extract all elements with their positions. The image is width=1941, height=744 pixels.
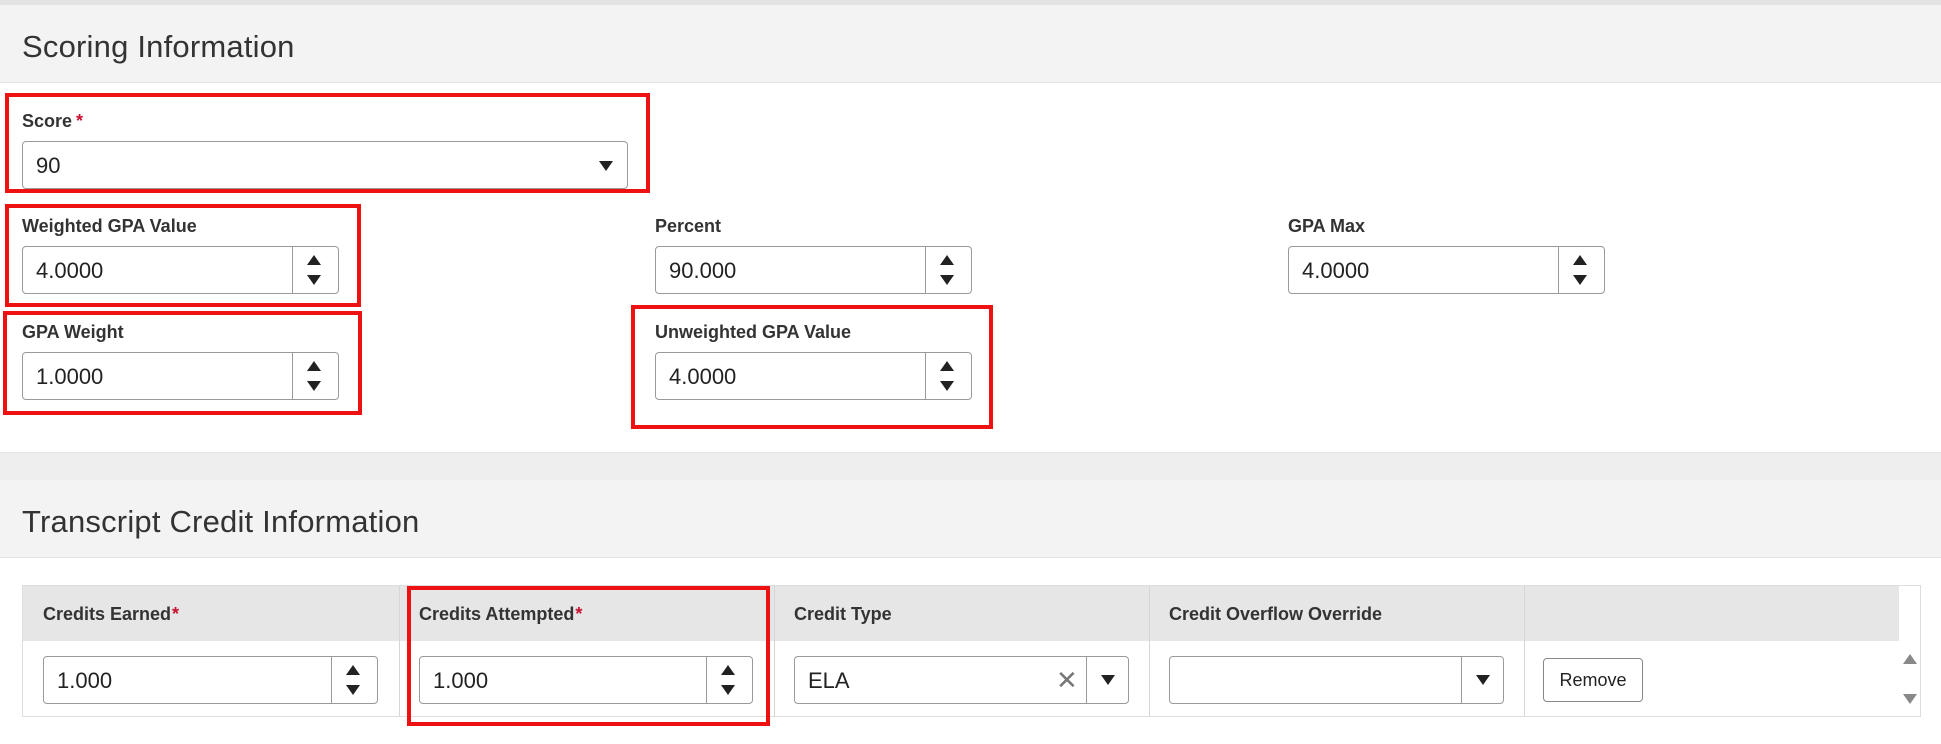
credits-earned-input[interactable]: 1.000 [43, 656, 378, 704]
column-divider [399, 586, 400, 716]
credits-attempted-input[interactable]: 1.000 [419, 656, 753, 704]
gpa-weight-value: 1.0000 [36, 364, 104, 389]
score-label: Score * [22, 111, 83, 132]
credits-attempted-value: 1.000 [433, 668, 489, 693]
percent-label: Percent [655, 216, 722, 236]
percent-value: 90.000 [669, 258, 737, 283]
unweighted-gpa-value-label: Unweighted GPA Value [655, 322, 852, 342]
section-divider [0, 452, 1941, 480]
credit-overflow-toggle[interactable] [1461, 657, 1503, 703]
unweighted-gpa-value: 4.0000 [669, 364, 737, 389]
credit-table-header: Credits Earned* Credits Attempted* Credi… [23, 586, 1899, 641]
weighted-gpa-stepper [292, 247, 338, 293]
chevron-down-icon [1476, 675, 1490, 685]
increment-arrow-icon[interactable] [307, 361, 321, 371]
remove-button[interactable]: Remove [1543, 658, 1643, 702]
gpa-weight-label: GPA Weight [22, 322, 124, 342]
increment-arrow-icon[interactable] [346, 665, 360, 675]
decrement-arrow-icon[interactable] [940, 275, 954, 285]
chevron-down-icon [1101, 675, 1115, 685]
gpa-max-stepper [1558, 247, 1604, 293]
required-asterisk: * [76, 111, 84, 131]
credit-overflow-override-select[interactable] [1169, 656, 1504, 704]
score-select[interactable]: 90 [22, 141, 628, 189]
col-credits-attempted: Credits Attempted* [419, 604, 582, 625]
gpa-weight-stepper [292, 353, 338, 399]
column-divider [1524, 586, 1525, 716]
transcript-section-title: Transcript Credit Information [22, 504, 420, 539]
clear-icon[interactable]: ✕ [1056, 667, 1078, 693]
increment-arrow-icon[interactable] [307, 255, 321, 265]
gpa-max-value: 4.0000 [1302, 258, 1370, 283]
decrement-arrow-icon[interactable] [307, 275, 321, 285]
increment-arrow-icon[interactable] [1573, 255, 1587, 265]
increment-arrow-icon[interactable] [940, 361, 954, 371]
unweighted-gpa-value-input[interactable]: 4.0000 [655, 352, 972, 400]
percent-stepper [925, 247, 971, 293]
unweighted-gpa-stepper [925, 353, 971, 399]
percent-input[interactable]: 90.000 [655, 246, 972, 294]
required-asterisk: * [575, 604, 583, 624]
column-divider [774, 586, 775, 716]
weighted-gpa-value-input[interactable]: 4.0000 [22, 246, 339, 294]
credits-attempted-stepper [706, 657, 752, 703]
increment-arrow-icon[interactable] [940, 255, 954, 265]
column-divider [1149, 586, 1150, 716]
scoring-section-title: Scoring Information [22, 29, 295, 64]
col-credits-earned: Credits Earned* [43, 604, 179, 625]
decrement-arrow-icon[interactable] [307, 381, 321, 391]
score-value: 90 [36, 153, 61, 178]
scoring-section-header: Scoring Information [0, 5, 1941, 83]
scroll-up-icon[interactable] [1903, 654, 1917, 664]
decrement-arrow-icon[interactable] [1573, 275, 1587, 285]
credits-earned-value: 1.000 [57, 668, 113, 693]
col-credit-overflow-override: Credit Overflow Override [1169, 604, 1383, 624]
credit-type-select[interactable]: ELA ✕ [794, 656, 1129, 704]
scroll-down-icon[interactable] [1903, 694, 1917, 704]
credits-earned-stepper [331, 657, 377, 703]
chevron-down-icon [599, 161, 613, 171]
increment-arrow-icon[interactable] [721, 665, 735, 675]
weighted-gpa-value-label: Weighted GPA Value [22, 216, 197, 236]
credit-type-value: ELA [808, 668, 850, 693]
score-label-text: Score [22, 111, 73, 131]
gpa-weight-input[interactable]: 1.0000 [22, 352, 339, 400]
decrement-arrow-icon[interactable] [346, 685, 360, 695]
transcript-section-header: Transcript Credit Information [0, 480, 1941, 558]
credit-type-toggle[interactable] [1086, 657, 1128, 703]
weighted-gpa-value: 4.0000 [36, 258, 104, 283]
col-credits-earned-text: Credits Earned [43, 604, 172, 624]
decrement-arrow-icon[interactable] [721, 685, 735, 695]
required-asterisk: * [172, 604, 180, 624]
decrement-arrow-icon[interactable] [940, 381, 954, 391]
gpa-max-input[interactable]: 4.0000 [1288, 246, 1605, 294]
gpa-max-label: GPA Max [1288, 216, 1366, 236]
credit-table: Credits Earned* Credits Attempted* Credi… [22, 585, 1921, 717]
col-credits-attempted-text: Credits Attempted [419, 604, 575, 624]
col-credit-type: Credit Type [794, 604, 892, 624]
